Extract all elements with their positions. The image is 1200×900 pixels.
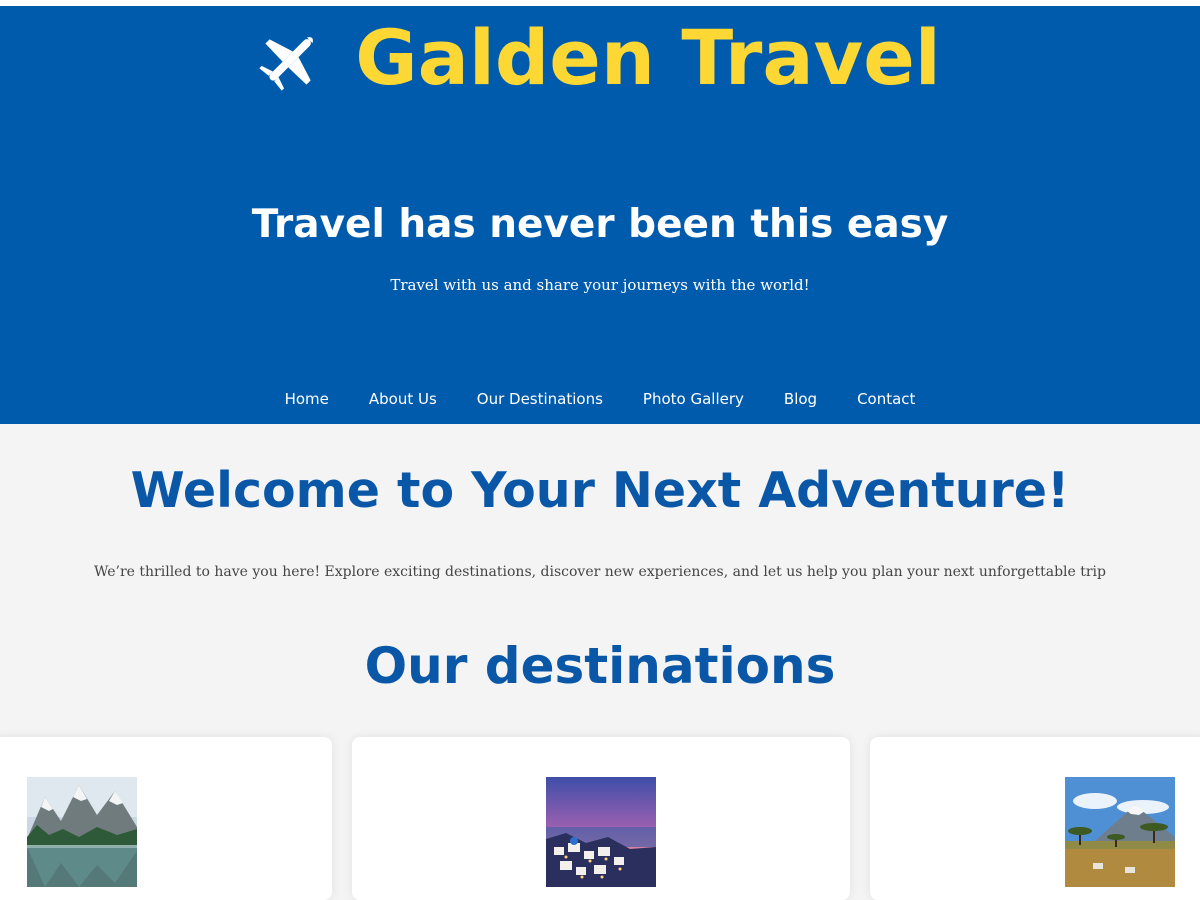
airplane-icon: [259, 37, 314, 91]
welcome-heading: Welcome to Your Next Adventure!: [130, 462, 1070, 519]
destination-card[interactable]: [352, 737, 850, 900]
kilimanjaro-savanna-photo[interactable]: [1065, 777, 1175, 887]
intro-text: We’re thrilled to have you here! Explore…: [94, 564, 1106, 580]
nav-contact[interactable]: Contact: [857, 390, 915, 408]
hero-tagline: Travel has never been this easy: [251, 202, 949, 247]
main-nav: Home About Us Our Destinations Photo Gal…: [0, 390, 1200, 408]
site-title[interactable]: Galden Travel: [355, 20, 941, 96]
hero-header: Galden Travel Travel has never been this…: [0, 6, 1200, 424]
nav-photo-gallery[interactable]: Photo Gallery: [643, 390, 744, 408]
destination-card[interactable]: [0, 737, 332, 900]
mountain-lake-photo[interactable]: [27, 777, 137, 887]
santorini-sunset-photo[interactable]: [546, 777, 656, 887]
nav-about-us[interactable]: About Us: [369, 390, 437, 408]
hero-subtagline: Travel with us and share your journeys w…: [390, 276, 810, 294]
nav-our-destinations[interactable]: Our Destinations: [477, 390, 603, 408]
destination-card[interactable]: [870, 737, 1200, 900]
nav-blog[interactable]: Blog: [784, 390, 817, 408]
destinations-heading: Our destinations: [364, 637, 836, 695]
brand[interactable]: Galden Travel: [0, 20, 1200, 96]
nav-home[interactable]: Home: [285, 390, 329, 408]
